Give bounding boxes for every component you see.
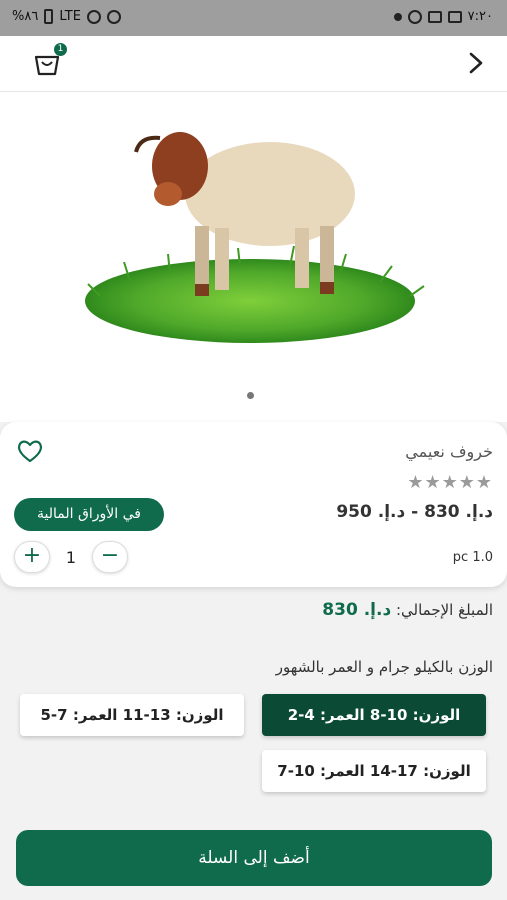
status-time: ٧:٢٠: [467, 9, 493, 24]
product-image: [85, 132, 425, 343]
cart-count-badge: 1: [54, 43, 67, 56]
weight-age-option[interactable]: الوزن: 17-14 العمر: 10-7: [262, 750, 486, 792]
total-amount: د.إ. 830: [322, 600, 392, 620]
quantity-stepper: + 1 −: [14, 541, 128, 573]
increase-quantity-button[interactable]: +: [14, 541, 50, 573]
total-label: المبلغ الإجمالي:: [395, 601, 493, 619]
product-title: خروف نعيمي: [405, 442, 493, 461]
wifi-icon: [86, 9, 101, 24]
weight-age-option[interactable]: الوزن: 13-11 العمر: 7-5: [20, 694, 244, 736]
chevron-right-icon[interactable]: [465, 50, 487, 76]
documents-button[interactable]: في الأوراق المالية: [14, 498, 164, 531]
battery-icon: [44, 9, 54, 24]
total-amount-row: المبلغ الإجمالي: د.إ. 830: [322, 600, 493, 620]
app-b-icon: [407, 9, 422, 24]
price-range: د.إ. 830 - د.إ. 950: [336, 502, 493, 522]
status-right: ٧:٢٠: [393, 9, 493, 24]
battery-percent: %٨٦: [12, 9, 39, 24]
gmail-icon: [427, 10, 442, 23]
product-image-carousel[interactable]: [0, 92, 507, 422]
heart-icon[interactable]: [16, 438, 44, 464]
unit-label: pc 1.0: [452, 550, 493, 565]
rating-stars: ★★★★★: [407, 472, 493, 493]
notification-dot-icon: [393, 12, 402, 21]
product-info-card: خروف نعيمي ★★★★★ د.إ. 830 - د.إ. 950 في …: [0, 422, 507, 587]
status-left: %٨٦ LTE: [12, 9, 121, 24]
decrease-quantity-button[interactable]: −: [92, 541, 128, 573]
carousel-dot[interactable]: [247, 392, 254, 399]
status-bar: %٨٦ LTE ٧:٢٠: [0, 0, 507, 36]
alarm-icon: [106, 9, 121, 24]
add-to-cart-button[interactable]: أضف إلى السلة: [16, 830, 492, 886]
network-type: LTE: [59, 9, 81, 24]
gallery-icon: [447, 10, 462, 23]
weight-age-label: الوزن بالكيلو جرام و العمر بالشهور: [275, 658, 493, 676]
weight-age-option[interactable]: الوزن: 10-8 العمر: 4-2: [262, 694, 486, 736]
app-bar: 1: [0, 36, 507, 92]
quantity-value: 1: [65, 547, 77, 567]
